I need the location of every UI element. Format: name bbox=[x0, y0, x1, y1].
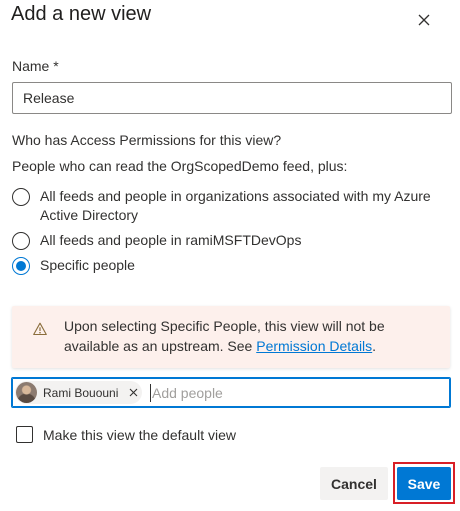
remove-person-button[interactable] bbox=[127, 387, 139, 399]
radio-label: All feeds and people in organizations as… bbox=[40, 188, 431, 223]
radio-label: All feeds and people in ramiMSFTDevOps bbox=[40, 232, 302, 248]
permissions-subtitle: People who can read the OrgScopedDemo fe… bbox=[12, 158, 348, 174]
close-icon bbox=[418, 14, 430, 26]
radio-label: Specific people bbox=[40, 257, 135, 273]
permissions-question: Who has Access Permissions for this view… bbox=[12, 132, 282, 148]
default-view-checkbox[interactable] bbox=[16, 426, 33, 443]
add-people-input[interactable] bbox=[152, 381, 442, 405]
avatar bbox=[16, 382, 37, 403]
person-chip[interactable]: Rami Bououni bbox=[15, 381, 142, 404]
name-label: Name * bbox=[12, 58, 59, 74]
radio-option-specific-people[interactable]: Specific people bbox=[12, 256, 440, 275]
dialog-title: Add a new view bbox=[11, 3, 152, 25]
radio-button[interactable] bbox=[12, 232, 30, 250]
radio-button[interactable] bbox=[12, 188, 30, 206]
radio-option-azure-ad[interactable]: All feeds and people in organizations as… bbox=[12, 187, 440, 225]
warning-icon bbox=[33, 322, 47, 336]
warning-suffix: . bbox=[372, 338, 377, 354]
radio-option-organization[interactable]: All feeds and people in ramiMSFTDevOps bbox=[12, 231, 440, 250]
people-picker[interactable]: Rami Bououni bbox=[11, 377, 451, 408]
warning-text: Upon selecting Specific People, this vie… bbox=[64, 316, 434, 356]
text-caret bbox=[150, 384, 151, 402]
radio-button-selected[interactable] bbox=[12, 257, 30, 275]
save-button[interactable]: Save bbox=[397, 467, 451, 500]
default-view-checkbox-row[interactable]: Make this view the default view bbox=[16, 426, 236, 443]
warning-message-bar: Upon selecting Specific People, this vie… bbox=[12, 306, 450, 368]
close-icon bbox=[129, 388, 138, 397]
name-input[interactable] bbox=[12, 82, 452, 114]
permission-details-link[interactable]: Permission Details bbox=[256, 338, 372, 354]
person-name: Rami Bououni bbox=[43, 385, 119, 400]
default-view-label: Make this view the default view bbox=[43, 426, 236, 443]
add-view-dialog: Add a new view Name * Who has Access Per… bbox=[0, 0, 460, 511]
cancel-button[interactable]: Cancel bbox=[320, 467, 388, 500]
close-button[interactable] bbox=[412, 8, 436, 32]
